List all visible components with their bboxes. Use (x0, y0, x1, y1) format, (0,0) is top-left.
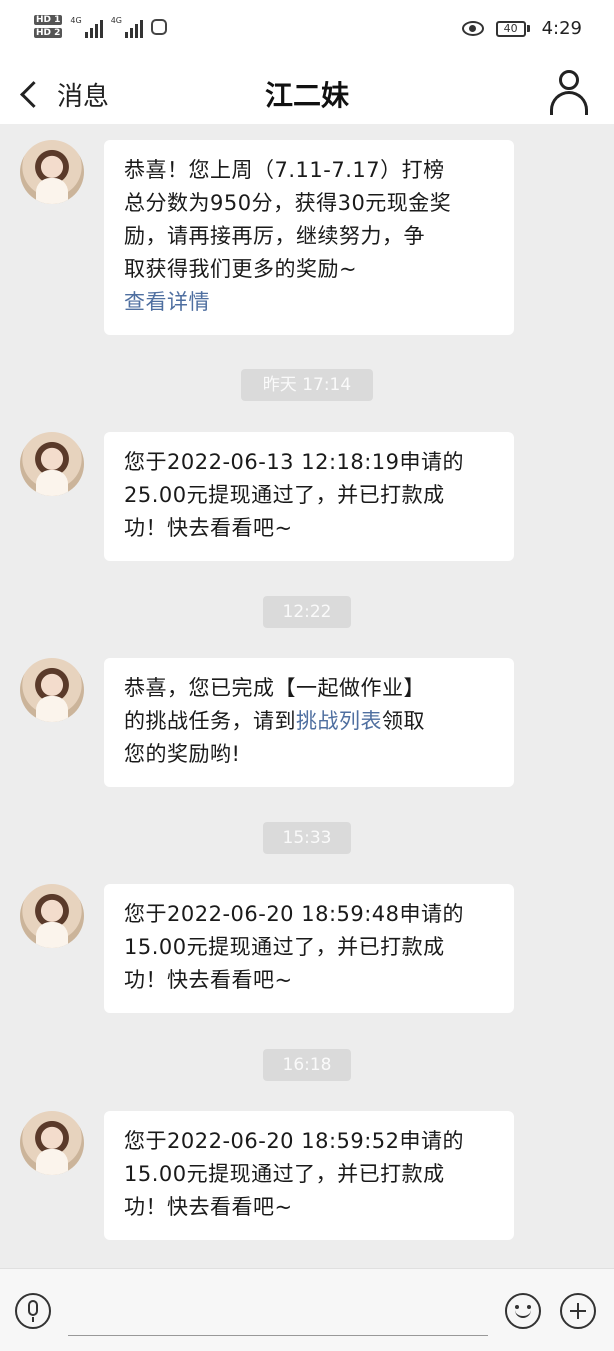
timestamp-pill: 12:22 (263, 596, 351, 628)
smiley-icon[interactable] (505, 1293, 541, 1329)
chat-header: 消息 江二妹 (0, 62, 614, 124)
message-line: 您于2022-06-20 18:59:52申请的 (124, 1129, 465, 1153)
message-line: 您于2022-06-13 12:18:19申请的 (124, 450, 465, 474)
message-line: 您于2022-06-20 18:59:48申请的 (124, 902, 465, 926)
message-line: 励，请再接再厉，继续努力，争 (124, 224, 425, 248)
sim1-icon: HD 1 (34, 15, 63, 25)
person-icon[interactable] (550, 70, 588, 115)
microphone-icon[interactable] (15, 1293, 51, 1329)
view-details-link[interactable]: 查看详情 (124, 286, 494, 319)
avatar[interactable] (20, 1111, 84, 1175)
message-line: 的挑战任务，请到挑战列表领取 (124, 705, 494, 738)
signal-1-icon: 4G (70, 16, 103, 38)
message-line: 25.00元提现通过了，并已打款成 (124, 483, 445, 507)
avatar[interactable] (20, 884, 84, 948)
timestamp-pill: 昨天 17:14 (241, 369, 373, 401)
message-line: 恭喜，您已完成【一起做作业】 (124, 676, 425, 700)
battery-icon: 40 (495, 20, 530, 37)
clock: 4:29 (541, 18, 582, 39)
sim-indicators: HD 1 HD 2 (34, 15, 63, 38)
avatar[interactable] (20, 140, 84, 204)
input-bar (0, 1268, 614, 1351)
message-line: 功！快去看看吧~ (124, 1195, 293, 1219)
message-bubble[interactable]: 您于2022-06-20 18:59:52申请的 15.00元提现通过了，并已打… (104, 1111, 514, 1240)
signal-2-icon: 4G (111, 16, 143, 38)
plus-icon[interactable] (560, 1293, 596, 1329)
message-text: 领取 (382, 709, 425, 733)
message-bubble[interactable]: 恭喜，您已完成【一起做作业】 的挑战任务，请到挑战列表领取 您的奖励哟! (104, 658, 514, 787)
message-line: 功！快去看看吧~ (124, 968, 293, 992)
message-line: 15.00元提现通过了，并已打款成 (124, 1162, 445, 1186)
message-line: 15.00元提现通过了，并已打款成 (124, 935, 445, 959)
message-line: 功！快去看看吧~ (124, 516, 293, 540)
message-line: 总分数为950分，获得30元现金奖 (124, 191, 452, 215)
message-text: 的挑战任务，请到 (124, 709, 296, 733)
status-bar: HD 1 HD 2 4G 4G 40 4:29 (0, 0, 614, 62)
message-bubble[interactable]: 您于2022-06-13 12:18:19申请的 25.00元提现通过了，并已打… (104, 432, 514, 561)
timestamp-pill: 16:18 (263, 1049, 351, 1081)
battery-level: 40 (495, 20, 526, 37)
avatar[interactable] (20, 658, 84, 722)
message-bubble[interactable]: 您于2022-06-20 18:59:48申请的 15.00元提现通过了，并已打… (104, 884, 514, 1013)
eye-comfort-icon (461, 21, 484, 36)
message-line: 取获得我们更多的奖励~ (124, 257, 358, 281)
message-bubble[interactable]: 恭喜！您上周（7.11-7.17）打榜 总分数为950分，获得30元现金奖 励，… (104, 140, 514, 335)
timestamp-pill: 15:33 (263, 822, 351, 854)
avatar[interactable] (20, 432, 84, 496)
message-input[interactable] (68, 1335, 488, 1336)
message-line: 您的奖励哟! (124, 742, 241, 766)
sim2-icon: HD 2 (34, 28, 63, 38)
message-line: 恭喜！您上周（7.11-7.17）打榜 (124, 158, 445, 182)
page-title: 江二妹 (264, 79, 349, 112)
app-notification-icon (151, 18, 167, 35)
challenge-list-link[interactable]: 挑战列表 (296, 709, 382, 733)
